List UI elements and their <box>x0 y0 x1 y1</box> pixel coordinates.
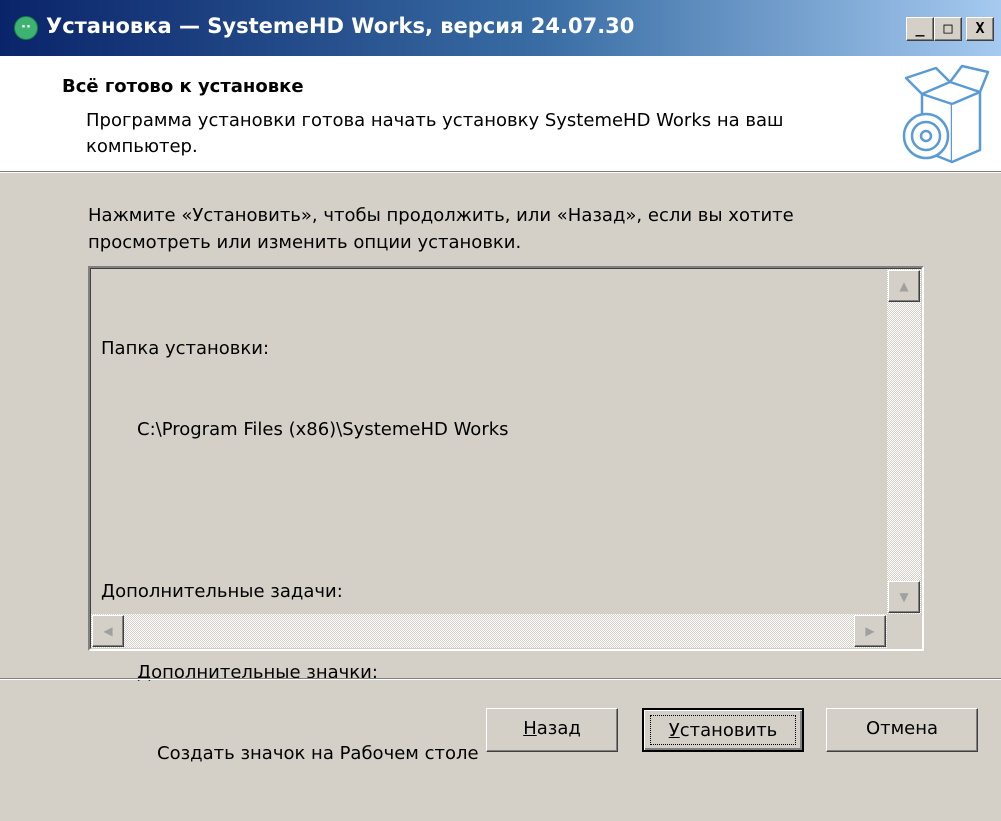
minimize-button[interactable]: _ <box>906 17 934 41</box>
back-label: азад <box>536 718 581 739</box>
window-title: Установка — SystemeHD Works, версия 24.0… <box>46 14 635 38</box>
install-focus-rect: Установить <box>650 715 796 745</box>
scroll-up-button[interactable]: ▲ <box>888 270 920 302</box>
header-divider <box>0 171 1001 173</box>
page-title: Всё готово к установке <box>62 76 304 97</box>
software-box-icon <box>902 64 990 164</box>
install-folder-label: Папка установки: <box>101 338 270 359</box>
summary-memo[interactable]: Папка установки: C:\Program Files (x86)\… <box>88 266 924 764</box>
tasks-label: Дополнительные задачи: <box>101 581 343 602</box>
scroll-left-button[interactable]: ◀ <box>92 615 124 647</box>
scroll-right-button[interactable]: ▶ <box>854 615 886 647</box>
vertical-scrollbar[interactable]: ▲ ▼ <box>887 269 921 614</box>
back-button[interactable]: Назад <box>486 708 618 752</box>
summary-memo-frame: Папка установки: C:\Program Files (x86)\… <box>90 268 922 764</box>
page-description: Программа установки готова начать устано… <box>86 110 784 157</box>
summary-lines: Папка установки: C:\Program Files (x86)\… <box>101 281 509 821</box>
scrollbar-corner <box>887 614 921 648</box>
install-folder-path: C:\Program Files (x86)\SystemeHD Works <box>137 419 509 440</box>
icons-label: Дополнительные значки: <box>137 662 378 683</box>
app-logo-icon: ·· <box>14 16 38 40</box>
horizontal-scrollbar[interactable]: ◀ ▶ <box>91 614 887 648</box>
install-label: становить <box>679 720 778 741</box>
instruction-text: Нажмите «Установить», чтобы продолжить, … <box>88 205 794 253</box>
scroll-down-button[interactable]: ▼ <box>888 581 920 613</box>
title-bar[interactable]: ·· Установка — SystemeHD Works, версия 2… <box>0 0 1001 56</box>
desktop-icon-task: Создать значок на Рабочем столе <box>157 743 479 764</box>
install-button[interactable]: Установить <box>642 708 804 752</box>
wizard-header: Всё готово к установке Программа установ… <box>0 56 1001 171</box>
close-button[interactable]: X <box>966 17 994 41</box>
cancel-button[interactable]: Отмена <box>826 708 978 752</box>
install-hotkey: У <box>668 720 680 741</box>
back-hotkey: Н <box>523 718 537 739</box>
maximize-button[interactable]: □ <box>934 17 962 41</box>
installer-window: ·· Установка — SystemeHD Works, версия 2… <box>0 0 1001 773</box>
footer-divider <box>0 678 1001 680</box>
